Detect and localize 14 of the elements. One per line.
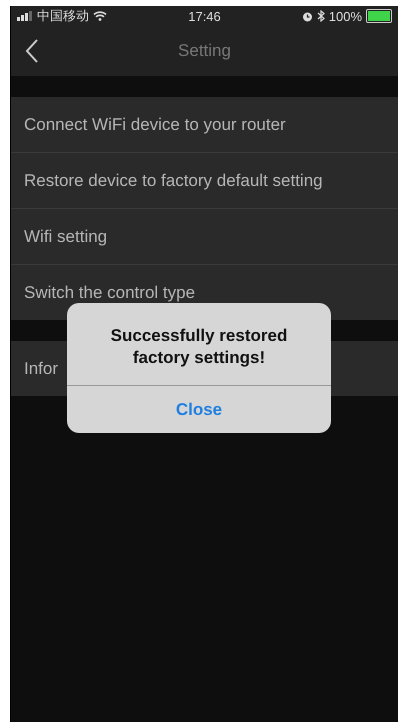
battery-percent: 100%	[328, 8, 362, 24]
settings-item[interactable]: Connect WiFi device to your router	[11, 97, 398, 153]
back-icon	[25, 39, 39, 63]
alert-message: Successfully restored factory settings!	[110, 325, 288, 369]
carrier-name: 中国移动	[37, 7, 89, 25]
nav-title: Setting	[178, 41, 231, 61]
battery-icon	[366, 9, 392, 23]
alarm-clock-icon	[302, 10, 313, 22]
signal-icon	[17, 11, 33, 21]
wifi-icon	[93, 11, 107, 21]
settings-item[interactable]: Restore device to factory default setting	[11, 153, 398, 209]
status-time: 17:46	[188, 8, 221, 24]
settings-item[interactable]: Wifi setting	[11, 209, 398, 265]
bluetooth-icon	[316, 10, 325, 22]
